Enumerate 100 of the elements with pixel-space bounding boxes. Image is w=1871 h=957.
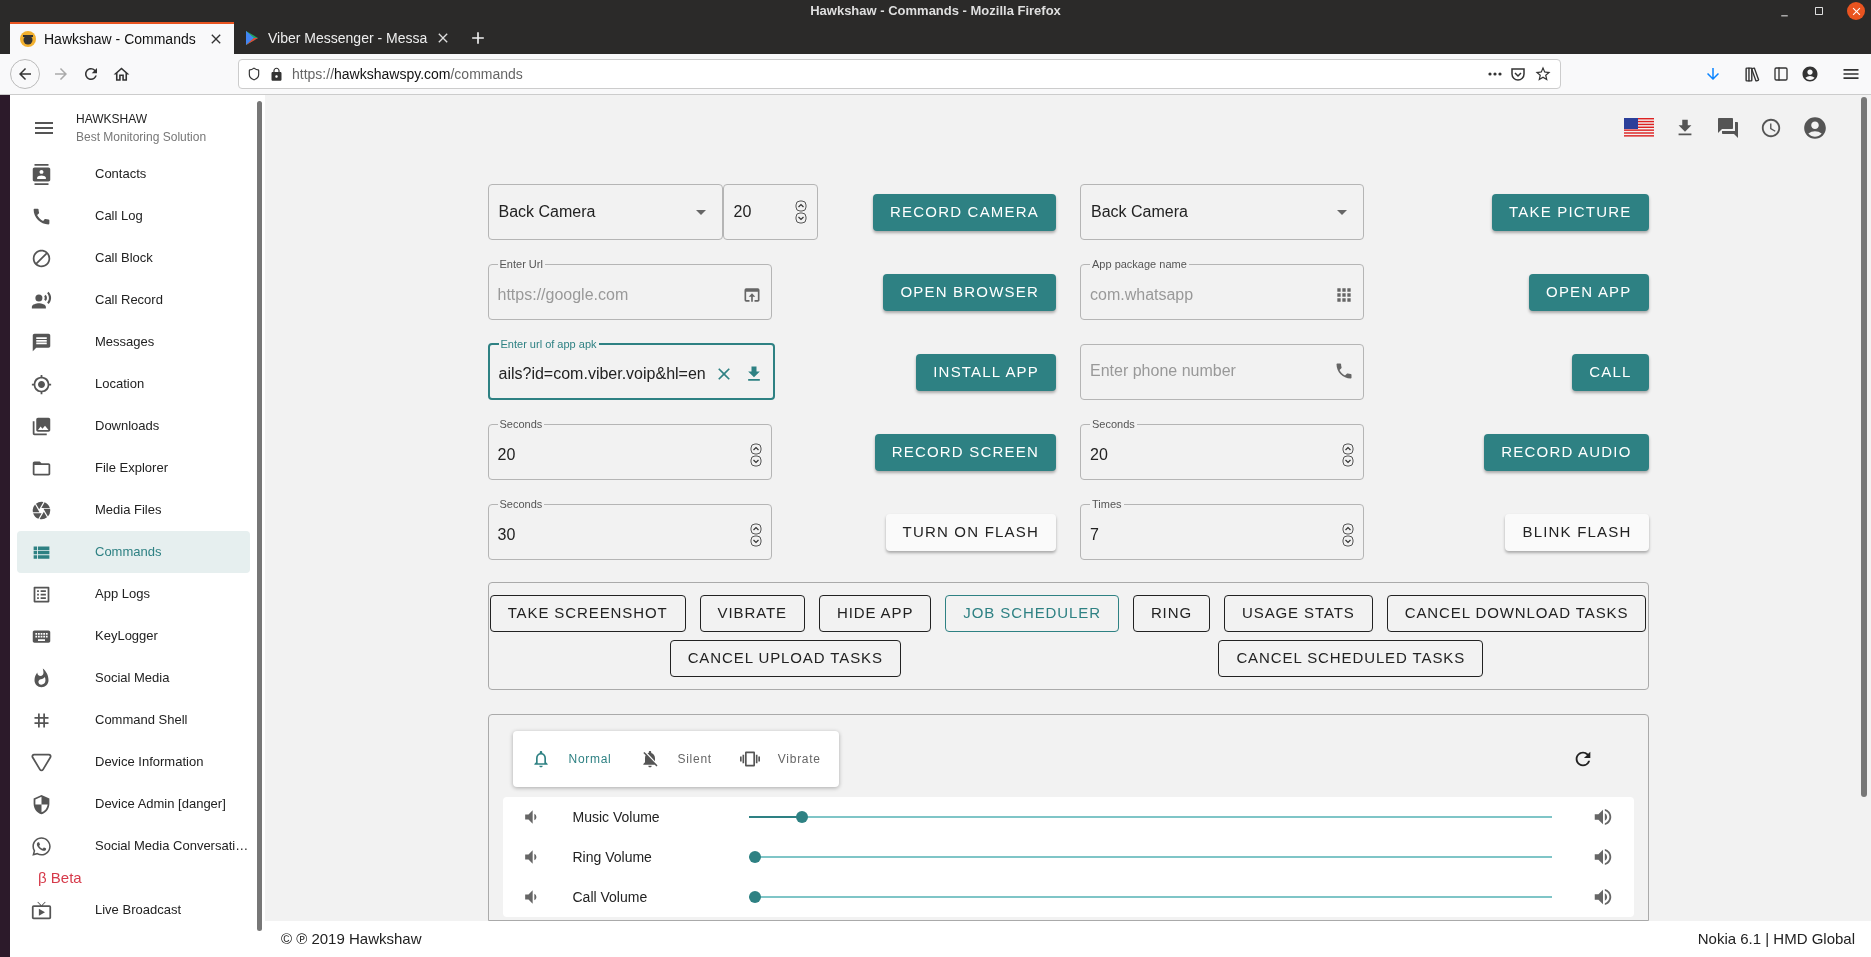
- sidebar-item[interactable]: KeyLogger: [17, 615, 250, 657]
- sidebar-item[interactable]: Commands: [17, 531, 250, 573]
- sidebar-item[interactable]: Messages: [17, 321, 250, 363]
- command-button[interactable]: TAKE PICTURE: [1492, 193, 1649, 231]
- chat-icon[interactable]: [1716, 116, 1740, 140]
- action-button[interactable]: JOB SCHEDULER: [945, 595, 1119, 632]
- sound-mode-tab[interactable]: Vibrate: [737, 749, 823, 769]
- camera-select[interactable]: Back Camera: [1080, 184, 1364, 240]
- aperture-icon: [31, 499, 52, 521]
- slider-thumb[interactable]: [748, 851, 761, 863]
- window-title: Hawkshaw - Commands - Mozilla Firefox: [810, 2, 1061, 21]
- sound-mode-tab[interactable]: Silent: [637, 749, 714, 769]
- command-button[interactable]: BLINK FLASH: [1505, 513, 1649, 551]
- sidebar-item[interactable]: Live Broadcast: [17, 889, 250, 931]
- text-input[interactable]: 20: [497, 442, 746, 467]
- clock-icon[interactable]: [1760, 117, 1782, 139]
- triangle-icon: [31, 751, 52, 773]
- speaking-person-icon: [31, 289, 52, 311]
- sidebar-item[interactable]: Social Media Conversati…: [17, 825, 250, 867]
- lock-icon: [269, 66, 284, 82]
- sidebar-item[interactable]: Downloads: [17, 405, 250, 447]
- text-input[interactable]: com.whatsapp: [1090, 282, 1330, 307]
- sidebar-item[interactable]: Location: [17, 363, 250, 405]
- sidebar-item[interactable]: File Explorer: [17, 447, 250, 489]
- sound-mode-tab[interactable]: Normal: [528, 749, 614, 769]
- sidebar-item[interactable]: Command Shell: [17, 699, 250, 741]
- field-label: Times: [1091, 497, 1123, 512]
- browser-tab[interactable]: Viber Messenger - Messa: [234, 22, 458, 54]
- command-button[interactable]: RECORD SCREEN: [874, 433, 1056, 471]
- sidebar-item[interactable]: Device Information: [17, 741, 250, 783]
- action-button[interactable]: CANCEL SCHEDULED TASKS: [1218, 640, 1484, 677]
- text-input[interactable]: 7: [1090, 522, 1338, 547]
- address-bar[interactable]: https://hawkshawspy.com/commands: [238, 59, 1561, 89]
- field-label: Seconds: [498, 497, 544, 512]
- command-button[interactable]: RECORD AUDIO: [1484, 433, 1649, 471]
- close-button[interactable]: [1847, 2, 1865, 20]
- command-button[interactable]: OPEN BROWSER: [883, 273, 1056, 311]
- sidebar-item[interactable]: Device Admin [danger]: [17, 783, 250, 825]
- action-button[interactable]: HIDE APP: [818, 595, 932, 632]
- spinner-icon[interactable]: [1342, 442, 1354, 467]
- command-button[interactable]: OPEN APP: [1529, 273, 1649, 311]
- download-arrow-icon[interactable]: [1704, 65, 1722, 83]
- command-button[interactable]: CALL: [1572, 353, 1649, 391]
- action-button[interactable]: CANCEL DOWNLOAD TASKS: [1386, 595, 1647, 632]
- text-input[interactable]: 30: [497, 522, 746, 547]
- volume-slider[interactable]: [748, 811, 1552, 823]
- number-field[interactable]: 20: [722, 184, 818, 240]
- text-input[interactable]: https://google.com: [497, 282, 738, 307]
- command-button[interactable]: RECORD CAMERA: [873, 193, 1056, 231]
- action-button[interactable]: VIBRATE: [699, 595, 805, 632]
- slider-thumb[interactable]: [748, 891, 761, 903]
- copyright-text: © ℗ 2019 Hawkshaw: [281, 928, 422, 949]
- us-flag-icon[interactable]: [1624, 118, 1654, 138]
- scrollbar[interactable]: [1861, 97, 1867, 797]
- sidebar-item[interactable]: Call Block: [17, 237, 250, 279]
- more-icon: [1488, 72, 1502, 76]
- sidebar-item[interactable]: Call Record: [17, 279, 250, 321]
- text-input[interactable]: Enter phone number: [1090, 359, 1330, 383]
- account-icon[interactable]: [1802, 115, 1828, 141]
- library-icon[interactable]: [1744, 65, 1761, 83]
- sidebar-item[interactable]: Contacts: [17, 153, 250, 195]
- text-input[interactable]: ails?id=com.viber.voip&hl=en: [498, 362, 710, 387]
- sidebar-toggle-icon[interactable]: [1773, 66, 1789, 82]
- volume-label: Call Volume: [572, 887, 649, 907]
- spinner-icon[interactable]: [1342, 522, 1354, 547]
- sidebar-item[interactable]: Social Media: [17, 657, 250, 699]
- spinner-icon[interactable]: [749, 522, 762, 547]
- spinner-icon[interactable]: [794, 200, 807, 224]
- slider-thumb[interactable]: [795, 811, 808, 823]
- action-button[interactable]: RING: [1132, 595, 1210, 632]
- phone-icon[interactable]: [1334, 361, 1354, 381]
- command-button[interactable]: TURN ON FLASH: [885, 513, 1056, 551]
- command-button[interactable]: INSTALL APP: [916, 353, 1056, 391]
- spinner-icon[interactable]: [749, 442, 762, 467]
- input-field[interactable]: Enter phone number: [1080, 344, 1364, 400]
- action-button[interactable]: USAGE STATS: [1224, 595, 1373, 632]
- sidebar-item[interactable]: Media Files: [17, 489, 250, 531]
- shield-icon: [247, 67, 261, 81]
- volume-slider[interactable]: [748, 891, 1552, 903]
- reload-icon[interactable]: [82, 65, 100, 83]
- caret-icon[interactable]: [1337, 209, 1347, 215]
- field-label: Enter Url: [498, 257, 544, 272]
- account-icon[interactable]: [1801, 65, 1819, 83]
- camera-select[interactable]: Back Camera: [487, 184, 723, 240]
- play-triangle-icon: [244, 30, 260, 46]
- browser-tab[interactable]: Hawkshaw - Commands: [10, 22, 234, 54]
- caret-icon[interactable]: [695, 209, 706, 215]
- home-icon[interactable]: [112, 64, 131, 84]
- field-label: Seconds: [498, 417, 544, 432]
- vibrating-phone-icon: [739, 749, 760, 769]
- sidebar-item[interactable]: App Logs: [17, 573, 250, 615]
- shield-icon: [31, 793, 52, 815]
- sidebar-item[interactable]: Call Log: [17, 195, 250, 237]
- text-input[interactable]: 20: [1090, 442, 1338, 467]
- volume-label: Music Volume: [572, 807, 661, 827]
- action-button[interactable]: TAKE SCREENSHOT: [489, 595, 686, 632]
- volume-slider[interactable]: [748, 851, 1552, 863]
- scrollbar[interactable]: [257, 101, 262, 931]
- action-button[interactable]: CANCEL UPLOAD TASKS: [669, 640, 901, 677]
- maximize-icon[interactable]: [1813, 5, 1825, 17]
